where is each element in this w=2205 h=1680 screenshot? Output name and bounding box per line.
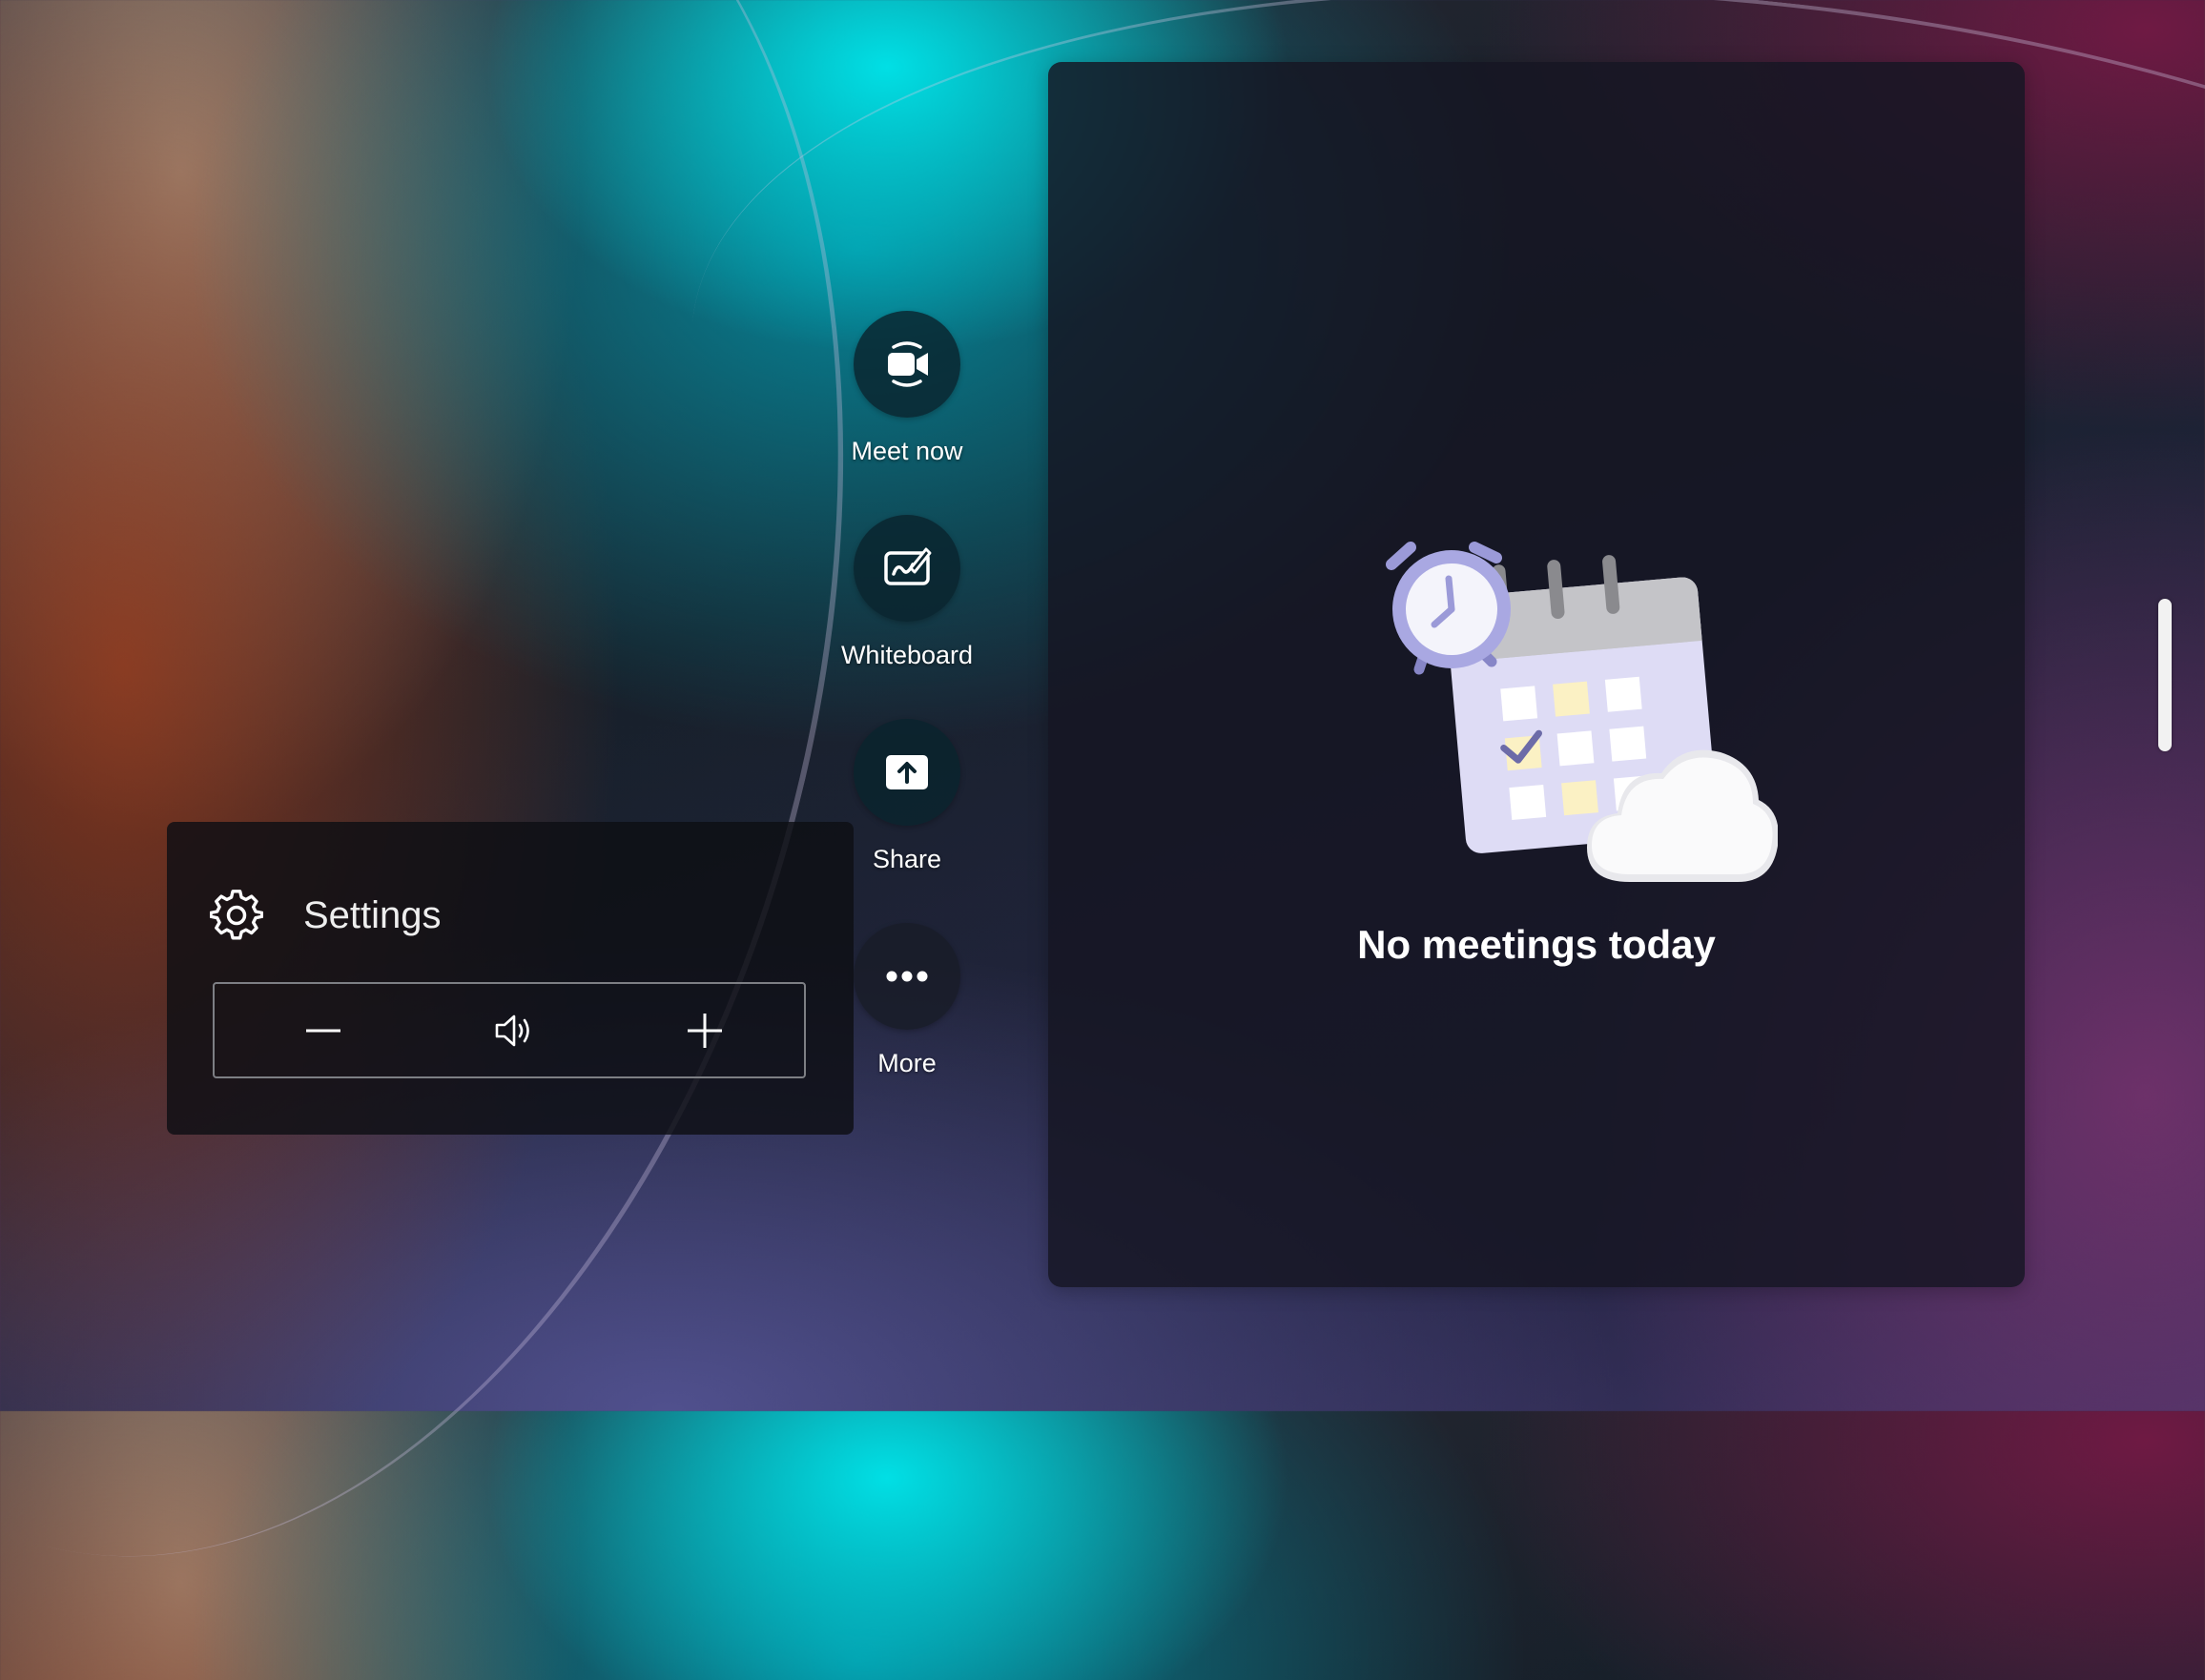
settings-panel: Settings <box>167 822 854 1135</box>
whiteboard-button[interactable]: Whiteboard <box>830 515 984 670</box>
calendar-clock-cloud-illustration <box>1386 542 1778 882</box>
volume-down-button[interactable] <box>266 984 381 1076</box>
more-circle <box>854 923 960 1030</box>
settings-label: Settings <box>303 893 442 936</box>
share-upload-icon <box>886 755 928 789</box>
meet-now-button[interactable]: Meet now <box>830 311 984 466</box>
speaker-icon <box>495 1014 529 1046</box>
minus-icon <box>306 1029 340 1032</box>
video-camera-icon <box>888 341 928 387</box>
volume-up-button[interactable] <box>648 984 762 1076</box>
whiteboard-pen-icon <box>884 547 932 585</box>
plus-icon <box>688 1013 722 1048</box>
scroll-handle[interactable] <box>2158 599 2172 751</box>
meet-now-circle <box>854 311 960 418</box>
meetings-panel: No meetings today <box>1048 62 2025 1287</box>
whiteboard-label: Whiteboard <box>840 641 974 669</box>
meet-now-label: Meet now <box>851 437 963 465</box>
volume-control <box>213 982 806 1078</box>
ellipsis-icon <box>886 971 928 982</box>
settings-button[interactable]: Settings <box>210 889 442 942</box>
whiteboard-circle <box>854 515 960 622</box>
gear-icon <box>210 890 263 940</box>
mute-button[interactable] <box>457 984 571 1076</box>
no-meetings-message: No meetings today <box>1357 922 1716 967</box>
share-circle <box>854 719 960 826</box>
